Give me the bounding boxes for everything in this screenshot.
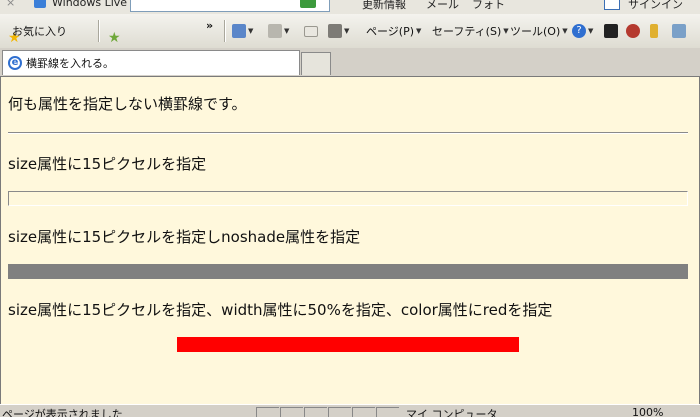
page-menu-label: ページ(P) <box>366 25 414 38</box>
rss-icon <box>268 24 282 38</box>
page-content: 何も属性を指定しない横罫線です。 size属性に15ピクセルを指定 size属性… <box>0 77 700 404</box>
addon-button-1[interactable] <box>604 14 618 48</box>
tools-menu[interactable]: ツール(O) ▼ <box>510 14 568 48</box>
chevron-down-icon: ▼ <box>588 27 594 35</box>
mail-link[interactable]: メール <box>426 0 459 12</box>
update-info-link[interactable]: 更新情報 <box>362 0 406 12</box>
addon-icon <box>604 24 618 38</box>
favorites-label: お気に入り <box>12 25 67 38</box>
chevron-down-icon: ▼ <box>503 27 509 35</box>
hr-red-half <box>177 337 519 352</box>
paragraph-3: size属性に15ピクセルを指定しnoshade属性を指定 <box>8 228 361 246</box>
command-bar: ★ お気に入り ★ » ▼ ▼ ▼ ページ(P) ▼ セーフティ(S) ▼ ツール(… <box>0 14 700 49</box>
home-icon <box>232 24 246 38</box>
close-icon[interactable]: × <box>6 0 15 9</box>
mail-icon <box>304 25 318 37</box>
print-button[interactable]: ▼ <box>328 14 349 48</box>
search-go-button[interactable] <box>300 0 316 8</box>
status-message: ページが表示されました <box>2 408 123 417</box>
safety-menu[interactable]: セーフティ(S) ▼ <box>432 14 509 48</box>
paragraph-1: 何も属性を指定しない横罫線です。 <box>8 95 247 113</box>
home-button[interactable]: ▼ <box>232 14 253 48</box>
tab-title: 横罫線を入れる。 <box>26 57 114 70</box>
safety-menu-label: セーフティ(S) <box>432 25 502 38</box>
chevron-down-icon: ▼ <box>344 27 350 35</box>
research-icon <box>626 24 640 38</box>
hr-default <box>8 132 688 134</box>
tools-menu-label: ツール(O) <box>510 25 561 38</box>
addon-button-2[interactable] <box>626 14 640 48</box>
chevron-down-icon: ▼ <box>248 27 254 35</box>
help-button[interactable]: ? ▼ <box>572 14 593 48</box>
chevron-down-icon: ▼ <box>416 27 422 35</box>
chevron-down-icon: ▼ <box>562 27 568 35</box>
paragraph-2: size属性に15ピクセルを指定 <box>8 155 207 173</box>
addon-button-3[interactable] <box>650 14 658 48</box>
tab-row: e 横罫線を入れる。 <box>0 48 700 77</box>
mail-button[interactable] <box>304 14 318 48</box>
page-menu[interactable]: ページ(P) ▼ <box>366 14 421 48</box>
divider <box>98 20 100 42</box>
windows-live-icon <box>34 0 46 8</box>
paragraph-4: size属性に15ピクセルを指定、width属性に50%を指定、color属性に… <box>8 301 553 319</box>
add-favorite-button[interactable]: ★ <box>108 14 121 48</box>
note-icon <box>650 24 658 38</box>
status-bar: ページが表示されました マイ コンピュータ 100% <box>0 404 700 417</box>
photo-link[interactable]: フォト <box>472 0 505 12</box>
help-icon: ? <box>572 24 586 38</box>
hr-size-15 <box>8 191 688 206</box>
links-toolbar: × Windows Live 更新情報 メール フォト サインイン <box>0 0 700 14</box>
tool-icon <box>672 24 686 38</box>
windows-live-label[interactable]: Windows Live <box>52 0 127 9</box>
tab-active[interactable]: e 横罫線を入れる。 <box>2 50 300 75</box>
printer-icon <box>328 24 342 38</box>
hr-noshade <box>8 264 688 279</box>
signin-link[interactable]: サインイン <box>628 0 683 12</box>
overflow-button[interactable]: » <box>206 8 213 42</box>
addon-button-4[interactable] <box>672 14 686 48</box>
zoom-level[interactable]: 100% <box>632 406 663 417</box>
profile-icon[interactable] <box>604 0 620 10</box>
feeds-button[interactable]: ▼ <box>268 14 289 48</box>
favorites-button[interactable]: ★ お気に入り <box>8 14 67 48</box>
chevron-down-icon: ▼ <box>284 27 290 35</box>
security-zone[interactable]: マイ コンピュータ <box>406 406 498 417</box>
new-tab-button[interactable] <box>301 52 331 75</box>
ie-icon: e <box>8 56 22 70</box>
divider <box>224 20 226 42</box>
